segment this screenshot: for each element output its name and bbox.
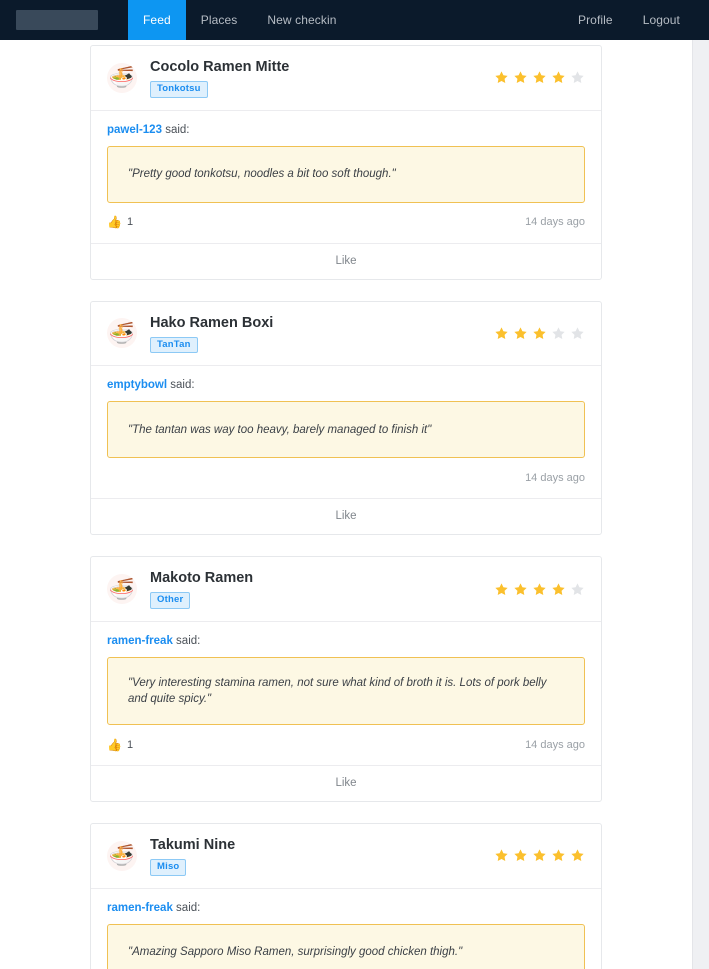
card-title-group: Takumi Nine Miso <box>150 836 484 876</box>
card-meta-row: 👍 1 14 days ago <box>107 725 585 756</box>
card-title-group: Cocolo Ramen Mitte Tonkotsu <box>150 58 484 98</box>
category-badge[interactable]: TanTan <box>150 336 198 354</box>
ramen-bowl-icon: 🍜 <box>107 840 137 871</box>
card-body: emptybowl said: "The tantan was way too h… <box>91 366 601 498</box>
like-count: 1 <box>126 216 134 229</box>
timestamp: 14 days ago <box>525 738 585 751</box>
rating-stars[interactable] <box>494 848 585 863</box>
ramen-bowl-icon: 🍜 <box>107 318 137 349</box>
rating-stars[interactable] <box>494 326 585 341</box>
card-body: ramen-freak said: "Amazing Sapporo Miso R… <box>91 889 601 969</box>
star-filled-icon <box>495 327 508 339</box>
nav-item-profile[interactable]: Profile <box>563 0 628 40</box>
place-name: Cocolo Ramen Mitte <box>150 59 290 75</box>
nav-item-new-checkin[interactable]: New checkin <box>252 0 351 40</box>
star-filled-icon <box>495 849 508 862</box>
card-header: 🍜 Cocolo Ramen Mitte Tonkotsu <box>91 46 601 111</box>
card-meta-row: 14 days ago <box>107 458 585 489</box>
star-empty-icon <box>571 327 584 339</box>
top-navbar: Feed Places New checkin Profile Logout <box>0 0 709 40</box>
said-label: said: <box>176 901 201 914</box>
said-label: said: <box>165 123 190 136</box>
like-button[interactable]: Like <box>91 765 601 801</box>
card-meta-row: 👍 1 14 days ago <box>107 203 585 234</box>
star-filled-icon <box>514 327 527 339</box>
timestamp: 14 days ago <box>525 216 585 229</box>
star-empty-icon <box>571 71 584 84</box>
checkin-card: 🍜 Makoto Ramen Other ramen-freak said: "Very… <box>90 556 602 803</box>
place-name: Makoto Ramen <box>150 570 254 587</box>
star-filled-icon <box>514 582 527 595</box>
star-filled-icon <box>495 582 508 595</box>
card-title-group: Hako Ramen Boxi TanTan <box>150 314 484 354</box>
checkin-card: 🍜 Takumi Nine Miso ramen-freak said: "Amazin… <box>90 823 602 969</box>
thumbs-up-icon: 👍 <box>107 215 122 230</box>
nav-item-logout[interactable]: Logout <box>628 0 695 40</box>
review-quote: "Very interesting stamina ramen, not sur… <box>107 656 585 726</box>
review-author-line: ramen-freak said: <box>107 902 585 914</box>
said-label: said: <box>176 634 201 647</box>
app-viewport: Feed Places New checkin Profile Logout 🍜… <box>0 0 709 969</box>
navbar-account-links: Profile Logout <box>563 0 695 40</box>
author-username[interactable]: pawel-123 <box>107 124 162 136</box>
feed-scroll-region[interactable]: 🍜 Cocolo Ramen Mitte Tonkotsu pawel-123 sai… <box>0 40 692 969</box>
said-label: said: <box>170 379 195 392</box>
timestamp: 14 days ago <box>525 471 585 484</box>
like-count-group[interactable]: 👍 1 <box>107 739 133 751</box>
review-author-line: ramen-freak said: <box>107 635 585 647</box>
rating-stars[interactable] <box>494 582 585 597</box>
navbar-primary-links: Feed Places New checkin <box>128 0 352 40</box>
card-header: 🍜 Hako Ramen Boxi TanTan <box>91 302 601 367</box>
feed-list: 🍜 Cocolo Ramen Mitte Tonkotsu pawel-123 sai… <box>90 40 602 969</box>
review-quote: "Pretty good tonkotsu, noodles a bit too… <box>107 145 585 203</box>
place-name: Takumi Nine <box>150 837 236 854</box>
place-name: Hako Ramen Boxi <box>150 314 274 331</box>
ramen-bowl-icon: 🍜 <box>107 574 137 605</box>
page-scrollbar[interactable] <box>692 0 709 969</box>
checkin-card: 🍜 Cocolo Ramen Mitte Tonkotsu pawel-123 sai… <box>90 45 602 280</box>
review-quote: "The tantan was way too heavy, barely ma… <box>107 401 585 459</box>
review-author-line: pawel-123 said: <box>107 124 585 136</box>
card-title-group: Makoto Ramen Other <box>150 569 484 609</box>
star-filled-icon <box>533 582 546 595</box>
ramen-bowl-icon: 🍜 <box>107 62 137 93</box>
rating-stars[interactable] <box>494 70 585 85</box>
author-username[interactable]: ramen-freak <box>107 635 173 647</box>
star-filled-icon <box>533 327 546 339</box>
star-empty-icon <box>552 327 565 339</box>
category-badge[interactable]: Miso <box>150 859 187 876</box>
nav-item-feed[interactable]: Feed <box>128 0 186 40</box>
review-author-line: emptybowl said: <box>107 379 585 391</box>
like-count-group[interactable]: 👍 1 <box>107 216 133 228</box>
star-filled-icon <box>552 849 565 862</box>
like-button[interactable]: Like <box>91 242 601 279</box>
card-header: 🍜 Takumi Nine Miso <box>91 824 601 889</box>
category-badge[interactable]: Other <box>150 592 191 609</box>
nav-item-places[interactable]: Places <box>186 0 253 40</box>
like-button[interactable]: Like <box>91 498 601 534</box>
star-filled-icon <box>552 71 565 84</box>
star-filled-icon <box>533 71 546 84</box>
star-filled-icon <box>552 582 565 595</box>
like-count: 1 <box>126 738 134 751</box>
star-empty-icon <box>571 582 584 595</box>
brand-logo-placeholder[interactable] <box>16 10 98 30</box>
author-username[interactable]: emptybowl <box>107 379 167 391</box>
checkin-card: 🍜 Hako Ramen Boxi TanTan emptybowl said: "Th… <box>90 300 602 536</box>
star-filled-icon <box>571 849 584 862</box>
review-quote: "Amazing Sapporo Miso Ramen, surprisingl… <box>107 923 585 969</box>
star-filled-icon <box>495 71 508 84</box>
star-filled-icon <box>514 71 527 84</box>
card-body: pawel-123 said: "Pretty good tonkotsu, no… <box>91 111 601 243</box>
card-header: 🍜 Makoto Ramen Other <box>91 557 601 622</box>
star-filled-icon <box>514 849 527 862</box>
author-username[interactable]: ramen-freak <box>107 902 173 914</box>
thumbs-up-icon: 👍 <box>107 737 122 752</box>
star-filled-icon <box>533 849 546 862</box>
category-badge[interactable]: Tonkotsu <box>150 81 208 98</box>
card-body: ramen-freak said: "Very interesting stami… <box>91 622 601 765</box>
